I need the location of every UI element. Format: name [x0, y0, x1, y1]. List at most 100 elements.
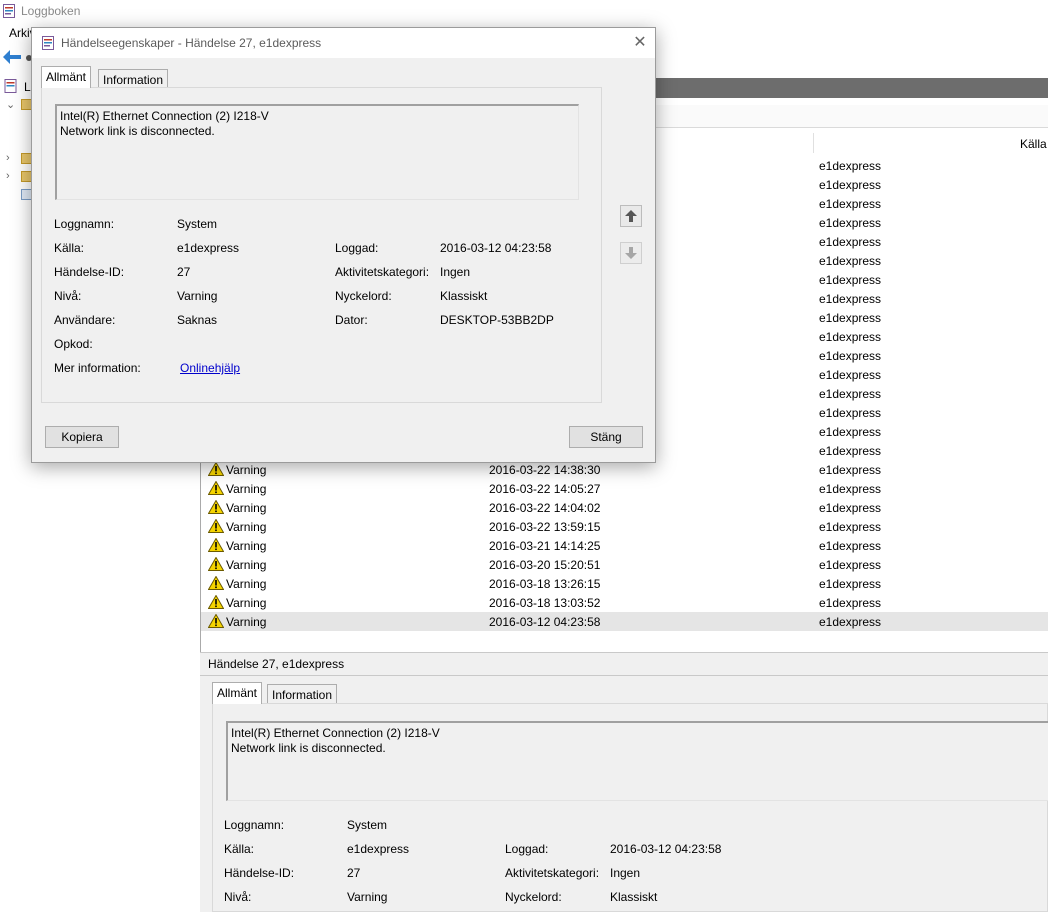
message-line-1: Intel(R) Ethernet Connection (2) I218-V [60, 109, 269, 123]
table-row[interactable]: Varning 2016-03-20 15:20:51 e1dexpress [201, 555, 1048, 574]
event-viewer-app-icon [3, 4, 15, 18]
chevron-right-icon[interactable]: › [6, 170, 10, 182]
copy-button[interactable]: Kopiera [45, 426, 119, 448]
level-label: Nivå: [54, 289, 82, 303]
dialog-tab-general[interactable]: Allmänt [41, 66, 92, 88]
warning-icon [208, 500, 224, 514]
event-viewer-icon [42, 36, 54, 50]
event-date: 2016-03-22 14:38:30 [489, 463, 601, 477]
table-row[interactable]: Varning 2016-03-18 13:26:15 e1dexpress [201, 574, 1048, 593]
warning-icon [208, 557, 224, 571]
event-level: Varning [226, 501, 267, 515]
event-date: 2016-03-12 04:23:58 [489, 615, 601, 629]
back-arrow-icon[interactable] [3, 50, 21, 64]
computer-value: DESKTOP-53BB2DP [440, 313, 554, 327]
tab-general[interactable]: Allmänt [212, 682, 263, 704]
event-source: e1dexpress [819, 539, 882, 553]
chevron-right-icon[interactable]: › [6, 152, 10, 164]
tab-information[interactable]: Information [267, 684, 338, 704]
logged-label: Loggad: [505, 842, 549, 856]
message-line-1: Intel(R) Ethernet Connection (2) I218-V [231, 726, 440, 740]
event-source: e1dexpress [819, 558, 882, 572]
event-source: e1dexpress [819, 387, 882, 401]
keyword-label: Nyckelord: [335, 289, 392, 303]
log-name-label: Loggnamn: [54, 217, 115, 231]
table-row[interactable]: Varning 2016-03-22 14:05:27 e1dexpress [201, 479, 1048, 498]
logged-value: 2016-03-12 04:23:58 [440, 241, 552, 255]
event-id-value: 27 [347, 866, 361, 880]
warning-icon [208, 519, 224, 533]
warning-icon [208, 462, 224, 476]
dialog-tab-body: Intel(R) Ethernet Connection (2) I218-V … [41, 87, 602, 403]
details-message-box[interactable]: Intel(R) Ethernet Connection (2) I218-V … [226, 721, 1048, 801]
event-source: e1dexpress [819, 368, 882, 382]
more-info-label: Mer information: [54, 361, 141, 375]
event-source: e1dexpress [819, 482, 882, 496]
source-label: Källa: [224, 842, 255, 856]
next-event-button[interactable] [620, 242, 642, 264]
event-level: Varning [226, 615, 267, 629]
event-level: Varning [226, 463, 267, 477]
category-value: Ingen [610, 866, 641, 880]
event-source: e1dexpress [819, 349, 882, 363]
message-line-2: Network link is disconnected. [231, 741, 386, 755]
logged-value: 2016-03-12 04:23:58 [610, 842, 722, 856]
source-value: e1dexpress [177, 241, 240, 255]
event-id-label: Händelse-ID: [54, 265, 125, 279]
details-divider [200, 675, 1048, 676]
event-date: 2016-03-22 13:59:15 [489, 520, 601, 534]
table-row[interactable]: Varning 2016-03-22 14:04:02 e1dexpress [201, 498, 1048, 517]
event-source: e1dexpress [819, 520, 882, 534]
event-source: e1dexpress [819, 577, 882, 591]
event-source: e1dexpress [819, 501, 882, 515]
chevron-down-icon[interactable]: ⌄ [6, 98, 15, 111]
event-source: e1dexpress [819, 330, 882, 344]
dialog-title: Händelseegenskaper - Händelse 27, e1dexp… [61, 36, 322, 50]
user-label: Användare: [54, 313, 116, 327]
event-id-label: Händelse-ID: [224, 866, 295, 880]
event-level: Varning [226, 596, 267, 610]
category-label: Aktivitetskategori: [505, 866, 600, 880]
dialog-message-box[interactable]: Intel(R) Ethernet Connection (2) I218-V … [55, 104, 579, 200]
table-row[interactable]: Varning 2016-03-12 04:23:58 e1dexpress [201, 612, 1048, 631]
user-value: Saknas [177, 313, 218, 327]
table-row[interactable]: Varning 2016-03-18 13:03:52 e1dexpress [201, 593, 1048, 612]
event-id-value: 27 [177, 265, 191, 279]
event-source: e1dexpress [819, 254, 882, 268]
column-separator[interactable] [813, 133, 814, 153]
event-date: 2016-03-21 14:14:25 [489, 539, 601, 553]
details-tab-body: Intel(R) Ethernet Connection (2) I218-V … [212, 703, 1048, 912]
event-source: e1dexpress [819, 273, 882, 287]
event-source: e1dexpress [819, 235, 882, 249]
column-source[interactable]: Källa [1020, 137, 1047, 151]
warning-icon [208, 538, 224, 552]
category-value: Ingen [440, 265, 471, 279]
arrow-down-icon [625, 247, 637, 259]
dialog-titlebar: Händelseegenskaper - Händelse 27, e1dexp… [32, 28, 655, 58]
event-source: e1dexpress [819, 311, 882, 325]
online-help-link[interactable]: Onlinehjälp [180, 361, 240, 375]
category-label: Aktivitetskategori: [335, 265, 430, 279]
log-name-value: System [347, 818, 388, 832]
details-title: Händelse 27, e1dexpress [208, 657, 345, 671]
event-level: Varning [226, 558, 267, 572]
warning-icon [208, 576, 224, 590]
source-value: e1dexpress [347, 842, 410, 856]
dialog-tab-information[interactable]: Information [98, 69, 169, 89]
arrow-up-icon [625, 210, 637, 222]
warning-icon [208, 481, 224, 495]
close-button[interactable]: Stäng [569, 426, 643, 448]
previous-event-button[interactable] [620, 205, 642, 227]
warning-icon [208, 595, 224, 609]
event-source: e1dexpress [819, 197, 882, 211]
event-source: e1dexpress [819, 406, 882, 420]
level-value: Varning [347, 890, 388, 904]
event-source: e1dexpress [819, 444, 882, 458]
table-row[interactable]: Varning 2016-03-22 13:59:15 e1dexpress [201, 517, 1048, 536]
event-properties-dialog: Händelseegenskaper - Händelse 27, e1dexp… [31, 27, 656, 463]
event-date: 2016-03-20 15:20:51 [489, 558, 601, 572]
event-source: e1dexpress [819, 159, 882, 173]
source-label: Källa: [54, 241, 85, 255]
table-row[interactable]: Varning 2016-03-21 14:14:25 e1dexpress [201, 536, 1048, 555]
close-icon[interactable]: ✕ [628, 32, 652, 54]
